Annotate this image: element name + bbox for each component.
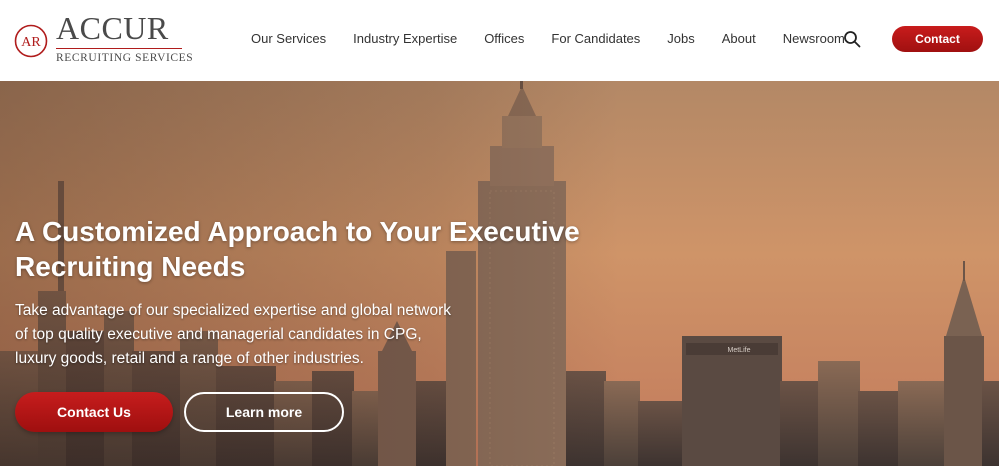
nav-item-newsroom[interactable]: Newsroom — [783, 29, 845, 49]
nav-item-about[interactable]: About — [722, 29, 756, 49]
header-contact-button[interactable]: Contact — [892, 26, 983, 52]
hero-headline-line-1: A Customized Approach to Your Executive — [15, 216, 580, 247]
nav-item-offices[interactable]: Offices — [484, 29, 524, 49]
logo[interactable]: AR ACCUR RECRUITING SERVICES — [14, 10, 194, 68]
svg-text:MetLife: MetLife — [728, 347, 751, 354]
hero-headline-line-2: Recruiting Needs — [15, 251, 246, 282]
nav-item-our-services[interactable]: Our Services — [251, 29, 326, 49]
logo-divider — [56, 48, 182, 49]
hero-description-line-3: luxury goods, retail and a range of othe… — [15, 350, 364, 367]
svg-text:AR: AR — [21, 35, 41, 50]
logo-subtitle: RECRUITING SERVICES — [56, 52, 194, 64]
hero-description-line-1: Take advantage of our specialized expert… — [15, 302, 451, 319]
logo-monogram-icon: AR — [14, 24, 48, 58]
search-icon[interactable] — [843, 30, 861, 48]
nav-item-industry-expertise[interactable]: Industry Expertise — [353, 29, 457, 49]
nav-item-for-candidates[interactable]: For Candidates — [551, 29, 640, 49]
nav-item-jobs[interactable]: Jobs — [667, 29, 694, 49]
main-nav: Our Services Industry Expertise Offices … — [238, 29, 872, 49]
hero-section: MetLife A Customized Approach to Your Ex… — [0, 81, 999, 466]
site-header: AR ACCUR RECRUITING SERVICES Our Service… — [0, 0, 999, 81]
hero-headline: A Customized Approach to Your Executive … — [15, 214, 615, 284]
logo-wordmark: ACCUR — [56, 10, 169, 46]
hero-description-line-2: of top quality executive and managerial … — [15, 326, 422, 343]
hero-description: Take advantage of our specialized expert… — [15, 299, 455, 371]
learn-more-button[interactable]: Learn more — [184, 392, 344, 432]
contact-us-button[interactable]: Contact Us — [15, 392, 173, 432]
